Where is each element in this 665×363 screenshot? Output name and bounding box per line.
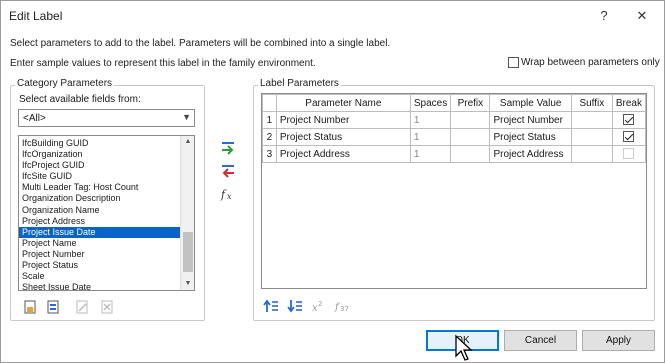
- list-item[interactable]: Project Number: [19, 249, 181, 260]
- list-item[interactable]: Sheet Issue Date: [19, 282, 181, 290]
- fields-label: Select available fields from:: [19, 94, 141, 105]
- label-parameters-table: Parameter Name Spaces Prefix Sample Valu…: [261, 93, 647, 289]
- list-item[interactable]: Multi Leader Tag: Host Count: [19, 182, 181, 193]
- list-item[interactable]: Project Address: [19, 216, 181, 227]
- col-break-header: Break: [611, 94, 647, 112]
- wrap-checkbox[interactable]: [508, 57, 519, 68]
- list-item[interactable]: Project Name: [19, 238, 181, 249]
- sample-value-cell[interactable]: Project Address: [489, 145, 572, 163]
- close-button[interactable]: ✕: [628, 5, 656, 27]
- instruction-line-1: Select parameters to add to the label. P…: [10, 38, 391, 49]
- scroll-thumb[interactable]: [183, 232, 193, 272]
- col-suffix-header: Suffix: [570, 94, 613, 112]
- list-item[interactable]: Organization Description: [19, 193, 181, 204]
- svg-text:x: x: [227, 192, 232, 201]
- fx-icon[interactable]: f x: [219, 186, 237, 202]
- list-item[interactable]: Scale: [19, 271, 181, 282]
- spaces-cell[interactable]: 1: [409, 145, 452, 163]
- scroll-down-icon[interactable]: ▼: [181, 278, 194, 290]
- sample-value-cell[interactable]: Project Number: [489, 111, 572, 129]
- svg-text:f: f: [220, 188, 227, 201]
- dialog-title: Edit Label: [9, 9, 63, 23]
- dropdown-value: <All>: [23, 113, 46, 124]
- col-index-header: [262, 94, 277, 112]
- list-item[interactable]: Project Status: [19, 260, 181, 271]
- move-down-icon[interactable]: [287, 298, 303, 314]
- delete-parameter-icon: [101, 300, 113, 314]
- suffix-cell[interactable]: [570, 128, 613, 146]
- units-format-icon: x 2: [312, 300, 322, 314]
- suffix-cell[interactable]: [570, 111, 613, 129]
- category-parameters-list[interactable]: IfcBuilding GUID IfcOrganization IfcProjec…: [18, 135, 195, 291]
- col-spaces-header: Spaces: [409, 94, 452, 112]
- scroll-up-icon[interactable]: ▲: [181, 136, 194, 148]
- row-index: 1: [262, 111, 277, 129]
- label-parameters-label: Label Parameters: [258, 78, 341, 89]
- chevron-down-icon: ▼: [182, 112, 191, 122]
- move-up-icon[interactable]: [263, 298, 279, 314]
- break-cell[interactable]: [611, 111, 647, 129]
- category-parameters-label: Category Parameters: [15, 78, 115, 89]
- list-item[interactable]: Project Issue Date: [19, 226, 181, 238]
- new-parameter-icon[interactable]: [22, 299, 38, 315]
- wrap-checkbox-label: Wrap between parameters only: [521, 57, 660, 68]
- break-checkbox[interactable]: [623, 114, 635, 126]
- break-cell[interactable]: [611, 145, 647, 163]
- apply-button[interactable]: Apply: [582, 330, 655, 351]
- table-row[interactable]: 3 Project Address 1 Project Address: [262, 145, 647, 163]
- edit-disabled-icon: [76, 300, 88, 314]
- edit-parameter-icon[interactable]: [45, 299, 61, 315]
- table-row[interactable]: 2 Project Status 1 Project Status: [262, 128, 647, 146]
- suffix-cell[interactable]: [570, 145, 613, 163]
- fields-dropdown[interactable]: <All> ▼: [18, 109, 195, 127]
- break-checkbox[interactable]: [623, 131, 635, 143]
- mouse-cursor-icon: [455, 334, 473, 361]
- break-checkbox[interactable]: [623, 148, 635, 160]
- prefix-cell[interactable]: [450, 111, 491, 129]
- break-cell[interactable]: [611, 128, 647, 146]
- col-prefix-header: Prefix: [450, 94, 491, 112]
- col-sample-value-header: Sample Value: [489, 94, 572, 112]
- row-index: 3: [262, 145, 277, 163]
- spaces-cell[interactable]: 1: [409, 111, 452, 129]
- parameter-name-cell[interactable]: Project Number: [275, 111, 411, 129]
- add-parameter-icon[interactable]: [219, 140, 237, 156]
- remove-parameter-icon[interactable]: [219, 163, 237, 179]
- sample-value-cell[interactable]: Project Status: [489, 128, 572, 146]
- help-button[interactable]: ?: [590, 5, 618, 27]
- instruction-line-2: Enter sample values to represent this la…: [10, 58, 316, 69]
- list-scrollbar[interactable]: ▲ ▼: [180, 136, 194, 290]
- parameter-name-cell[interactable]: Project Status: [275, 128, 411, 146]
- svg-text:2: 2: [318, 300, 322, 308]
- prefix-cell[interactable]: [450, 128, 491, 146]
- prefix-cell[interactable]: [450, 145, 491, 163]
- spaces-cell[interactable]: 1: [409, 128, 452, 146]
- title-bar: Edit Label ? ✕: [1, 1, 664, 31]
- parameter-name-cell[interactable]: Project Address: [275, 145, 411, 163]
- row-index: 2: [262, 128, 277, 146]
- table-header-row: Parameter Name Spaces Prefix Sample Valu…: [262, 94, 647, 112]
- list-item[interactable]: IfcOrganization: [19, 149, 181, 160]
- table-row[interactable]: 1 Project Number 1 Project Number: [262, 111, 647, 129]
- calculated-value-icon: f 37: [334, 302, 349, 313]
- edit-label-dialog: Edit Label ? ✕ Select parameters to add …: [0, 0, 665, 363]
- list-item[interactable]: IfcProject GUID: [19, 160, 181, 171]
- list-item[interactable]: IfcBuilding GUID: [19, 138, 181, 149]
- svg-text:37: 37: [340, 305, 349, 313]
- list-item[interactable]: Organization Name: [19, 205, 181, 216]
- list-items: IfcBuilding GUID IfcOrganization IfcProjec…: [19, 138, 181, 290]
- cancel-button[interactable]: Cancel: [504, 330, 577, 351]
- col-parameter-name-header: Parameter Name: [275, 94, 411, 112]
- list-item[interactable]: IfcSite GUID: [19, 171, 181, 182]
